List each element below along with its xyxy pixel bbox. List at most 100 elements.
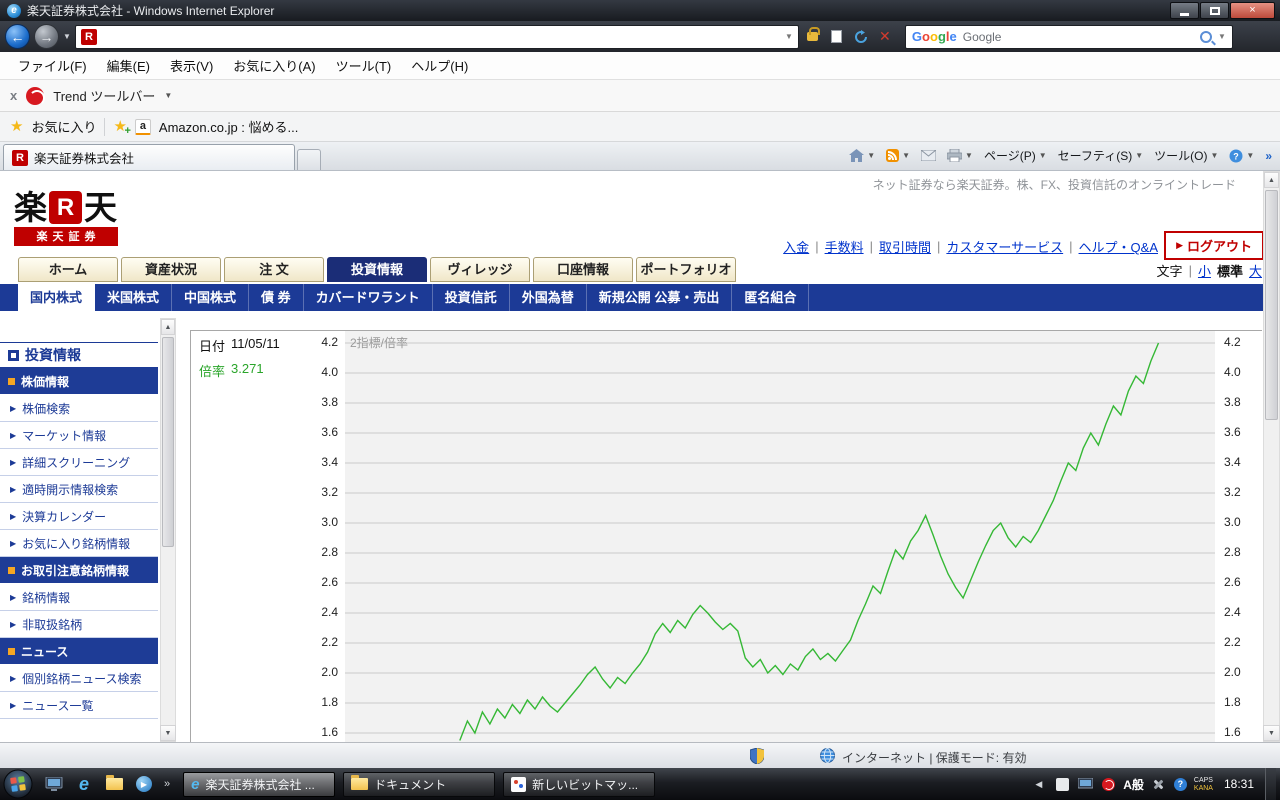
page-menu[interactable]: ページ(P)▼ (984, 147, 1047, 164)
read-mail-button[interactable] (921, 150, 936, 161)
quick-launch-ie-icon[interactable]: e (72, 772, 96, 796)
new-tab-button[interactable] (297, 149, 321, 170)
scroll-down-arrow[interactable]: ▼ (160, 725, 176, 741)
nav-investment-trusts[interactable]: 投資信託 (433, 284, 510, 311)
font-size-normal[interactable]: 標準 (1217, 261, 1243, 280)
recent-pages-dropdown[interactable]: ▼ (63, 32, 71, 41)
taskbar-button-documents[interactable]: ドキュメント (343, 772, 495, 797)
font-size-small[interactable]: 小 (1198, 261, 1211, 280)
sidebar-item-disclosure-search[interactable]: ▶適時開示情報検索 (0, 476, 158, 503)
menu-file[interactable]: ファイル(F) (8, 56, 97, 75)
menu-edit[interactable]: 編集(E) (97, 56, 160, 75)
tab-village[interactable]: ヴィレッジ (430, 257, 530, 282)
ime-help-icon[interactable]: ? (1174, 778, 1187, 791)
address-dropdown-icon[interactable]: ▼ (785, 32, 793, 41)
search-icon[interactable] (1200, 31, 1212, 43)
show-desktop-button[interactable] (1265, 768, 1276, 800)
quick-launch-folder-icon[interactable] (102, 772, 126, 796)
nav-anonymous-partnership[interactable]: 匿名組合 (732, 284, 809, 311)
favorite-item-amazon[interactable]: Amazon.co.jp : 悩める... (159, 117, 298, 136)
tray-tools-icon[interactable] (1151, 776, 1167, 792)
minimize-button[interactable] (1170, 2, 1199, 19)
stop-button[interactable]: ✕ (875, 27, 895, 47)
back-button[interactable]: ← (5, 24, 30, 49)
tab-home[interactable]: ホーム (18, 257, 118, 282)
nav-ipo[interactable]: 新規公開 公募・売出 (587, 284, 733, 311)
maximize-button[interactable] (1200, 2, 1229, 19)
tools-menu[interactable]: ツール(O)▼ (1154, 147, 1218, 164)
nav-bonds[interactable]: 債 券 (249, 284, 304, 311)
menu-view[interactable]: 表示(V) (160, 56, 223, 75)
nav-domestic-stocks[interactable]: 国内株式 (18, 284, 95, 311)
address-field[interactable]: R ▼ (75, 25, 799, 49)
favorites-button[interactable]: お気に入り (31, 117, 96, 136)
page-vertical-scrollbar[interactable]: ▲ ▼ (1263, 171, 1280, 742)
link-help-qa[interactable]: ヘルプ・Q&A (1079, 237, 1158, 256)
sidebar-item-news[interactable]: ニュース (0, 638, 158, 665)
sidebar-item-screening[interactable]: ▶詳細スクリーニング (0, 449, 158, 476)
search-options-dropdown[interactable]: ▼ (1218, 32, 1226, 41)
tray-trend-micro-icon[interactable] (1100, 776, 1116, 792)
close-toolbar-button[interactable]: x (10, 88, 17, 103)
quick-launch-desktop-icon[interactable] (42, 772, 66, 796)
menu-favorites[interactable]: お気に入り(A) (223, 56, 325, 75)
start-button[interactable] (3, 769, 33, 799)
sidebar-item-stock-details[interactable]: ▶銘柄情報 (0, 584, 158, 611)
scroll-up-arrow[interactable]: ▲ (1264, 172, 1279, 188)
nav-covered-warrants[interactable]: カバードワラント (304, 284, 433, 311)
scroll-up-arrow[interactable]: ▲ (161, 319, 175, 335)
sidebar-item-stock-price-info[interactable]: 株価情報 (0, 368, 158, 395)
link-trading-hours[interactable]: 取引時間 (879, 237, 931, 256)
browser-tab[interactable]: R 楽天証券株式会社 (3, 144, 295, 170)
sidebar-item-news-list[interactable]: ▶ニュース一覧 (0, 692, 158, 719)
feeds-button[interactable]: ▼ (886, 149, 910, 162)
print-button[interactable]: ▼ (947, 149, 973, 162)
quick-launch-media-icon[interactable]: ▶ (132, 772, 156, 796)
sidebar-item-favorite-stocks[interactable]: ▶お気に入り銘柄情報 (0, 530, 158, 557)
quick-launch-overflow-chevron[interactable]: » (164, 778, 170, 790)
refresh-button[interactable] (851, 27, 871, 47)
home-button[interactable]: ▼ (849, 149, 875, 162)
nav-china-stocks[interactable]: 中国株式 (172, 284, 249, 311)
tab-orders[interactable]: 注 文 (224, 257, 324, 282)
sidebar-item-earnings-calendar[interactable]: ▶決算カレンダー (0, 503, 158, 530)
taskbar-clock[interactable]: 18:31 (1224, 777, 1254, 791)
font-size-large[interactable]: 大 (1249, 261, 1262, 280)
sidebar-vertical-scrollbar[interactable]: ▲ ▼ (160, 318, 176, 742)
add-favorite-icon[interactable]: ★ (113, 119, 126, 134)
nav-forex[interactable]: 外国為替 (510, 284, 587, 311)
address-input[interactable] (102, 28, 780, 46)
compatibility-view-icon[interactable] (827, 27, 847, 47)
logout-button[interactable]: ▶ ログアウト (1164, 231, 1264, 260)
command-bar-overflow-chevron[interactable]: » (1265, 149, 1272, 163)
safety-menu[interactable]: セーフティ(S)▼ (1058, 147, 1143, 164)
sidebar-item-caution-stocks[interactable]: お取引注意銘柄情報 (0, 557, 158, 584)
tray-expand-chevron[interactable]: ◀ (1035, 779, 1042, 790)
tray-keyboard-icon[interactable] (1054, 776, 1070, 792)
link-deposit[interactable]: 入金 (783, 237, 809, 256)
link-fees[interactable]: 手数料 (825, 237, 864, 256)
help-menu[interactable]: ? ▼ (1229, 149, 1254, 163)
ime-mode-indicator[interactable]: A般 (1123, 776, 1144, 793)
scroll-down-arrow[interactable]: ▼ (1263, 725, 1280, 741)
chart-plot-area[interactable]: 2指標/倍率 (345, 331, 1215, 742)
close-button[interactable]: × (1230, 2, 1275, 19)
menu-tools[interactable]: ツール(T) (326, 56, 402, 75)
search-box[interactable]: Google Google ▼ (905, 25, 1233, 49)
scrollbar-thumb[interactable] (162, 337, 174, 547)
nav-us-stocks[interactable]: 米国株式 (95, 284, 172, 311)
tab-assets[interactable]: 資産状況 (121, 257, 221, 282)
trend-toolbar-label[interactable]: Trend ツールバー (53, 86, 155, 105)
sidebar-item-market-info[interactable]: ▶マーケット情報 (0, 422, 158, 449)
taskbar-button-ie[interactable]: e 楽天証券株式会社 ... (183, 772, 335, 797)
link-customer-service[interactable]: カスタマーサービス (946, 237, 1063, 256)
tray-display-icon[interactable] (1077, 776, 1093, 792)
sidebar-item-nonhandled-stocks[interactable]: ▶非取扱銘柄 (0, 611, 158, 638)
scrollbar-thumb[interactable] (1265, 190, 1278, 420)
sidebar-item-stock-search[interactable]: ▶株価検索 (0, 395, 158, 422)
tab-investment-info[interactable]: 投資情報 (327, 257, 427, 282)
trend-dropdown-icon[interactable]: ▼ (164, 91, 172, 100)
taskbar-button-bitmap[interactable]: 新しいビットマッ... (503, 772, 655, 797)
forward-button[interactable]: → (34, 24, 59, 49)
tab-account-info[interactable]: 口座情報 (533, 257, 633, 282)
